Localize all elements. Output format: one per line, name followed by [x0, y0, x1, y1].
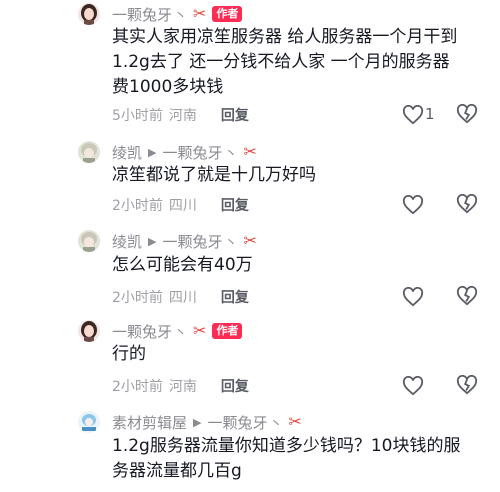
- heart-outline-icon: [402, 287, 424, 307]
- avatar[interactable]: [78, 320, 100, 342]
- comment-text[interactable]: 凉笙都说了就是十几万好吗: [112, 163, 462, 188]
- comment-location: 河南: [168, 108, 197, 124]
- scissors-icon: ✂: [193, 321, 207, 340]
- comment-time: 2小时前: [112, 290, 163, 306]
- avatar[interactable]: [78, 230, 100, 252]
- broken-heart-icon: [456, 193, 478, 214]
- comment-time: 5小时前: [112, 108, 163, 124]
- reply-to-name[interactable]: 一颗兔牙: [162, 231, 222, 252]
- like-button[interactable]: [402, 286, 424, 308]
- avatar-anime-icon: [78, 141, 100, 163]
- comment-footer: 2小时前 河南 回复: [112, 375, 249, 397]
- broken-heart-icon: [456, 285, 478, 306]
- comment-text[interactable]: 行的: [112, 342, 462, 367]
- play-arrow-icon: ▶: [193, 415, 202, 429]
- broken-heart-icon: [456, 103, 478, 124]
- tick-mark: 丶: [174, 8, 188, 24]
- tick-mark: 丶: [269, 416, 283, 432]
- avatar-blue-icon: [78, 411, 100, 433]
- reply-button[interactable]: 回复: [221, 195, 249, 215]
- like-button[interactable]: [402, 194, 424, 216]
- comment-footer: 2小时前 四川 回复: [112, 286, 249, 308]
- comment-text[interactable]: 1.2g服务器流量你知道多少钱吗？10块钱的服务器流量都几百g: [112, 434, 462, 484]
- scissors-icon: ✂: [243, 231, 257, 250]
- author-name[interactable]: 绫凯: [112, 142, 142, 163]
- like-button[interactable]: [402, 104, 424, 126]
- author-name[interactable]: 一颗兔牙: [112, 4, 172, 25]
- dislike-button[interactable]: [456, 285, 478, 308]
- dislike-button[interactable]: [456, 193, 478, 216]
- comment-location: 四川: [168, 290, 197, 306]
- reply-button[interactable]: 回复: [221, 376, 249, 396]
- reply-button[interactable]: 回复: [221, 105, 249, 125]
- comment-meta: 一颗兔牙 丶 ✂ 作者: [112, 3, 243, 25]
- avatar-girl-icon: [78, 3, 100, 25]
- scissors-icon: ✂: [243, 142, 257, 161]
- comment-meta: 一颗兔牙 丶 ✂ 作者: [112, 320, 243, 342]
- heart-outline-icon: [402, 376, 424, 396]
- avatar-girl-icon: [78, 320, 100, 342]
- play-arrow-icon: ▶: [148, 234, 157, 248]
- comment-location: 河南: [168, 379, 197, 395]
- scissors-icon: ✂: [193, 4, 207, 23]
- reply-to-name[interactable]: 一颗兔牙: [207, 412, 267, 433]
- comment-location: 四川: [168, 198, 197, 214]
- heart-outline-icon: [402, 105, 424, 125]
- author-badge: 作者: [212, 323, 243, 339]
- heart-outline-icon: [402, 195, 424, 215]
- dislike-button[interactable]: [456, 374, 478, 397]
- dislike-button[interactable]: [456, 103, 478, 126]
- comment-time: 2小时前: [112, 379, 163, 395]
- comment-meta: 绫凯 ▶ 一颗兔牙 丶 ✂: [112, 141, 257, 163]
- comment-footer: 2小时前 四川 回复: [112, 194, 249, 216]
- comment-text[interactable]: 怎么可能会有40万: [112, 253, 462, 278]
- comment-meta: 素材剪辑屋 ▶ 一颗兔牙 丶 ✂: [112, 411, 302, 433]
- avatar[interactable]: [78, 3, 100, 25]
- comment-footer: 5小时前 河南 回复: [112, 104, 249, 126]
- reply-to-name[interactable]: 一颗兔牙: [162, 142, 222, 163]
- comment-time: 2小时前: [112, 198, 163, 214]
- scissors-icon: ✂: [288, 412, 302, 431]
- reply-button[interactable]: 回复: [221, 287, 249, 307]
- author-badge: 作者: [212, 6, 243, 22]
- avatar[interactable]: [78, 411, 100, 433]
- comment-text[interactable]: 其实人家用凉笙服务器 给人服务器一个月干到1.2g去了 还一分钱不给人家 一个月…: [112, 25, 462, 100]
- avatar-anime-icon: [78, 230, 100, 252]
- tick-mark: 丶: [224, 146, 238, 162]
- play-arrow-icon: ▶: [148, 145, 157, 159]
- comment-meta: 绫凯 ▶ 一颗兔牙 丶 ✂: [112, 230, 257, 252]
- author-name[interactable]: 绫凯: [112, 231, 142, 252]
- author-name[interactable]: 一颗兔牙: [112, 321, 172, 342]
- avatar[interactable]: [78, 141, 100, 163]
- broken-heart-icon: [456, 374, 478, 395]
- author-name[interactable]: 素材剪辑屋: [112, 412, 187, 433]
- like-button[interactable]: [402, 375, 424, 397]
- tick-mark: 丶: [224, 235, 238, 251]
- like-count: 1: [425, 105, 435, 123]
- tick-mark: 丶: [174, 325, 188, 341]
